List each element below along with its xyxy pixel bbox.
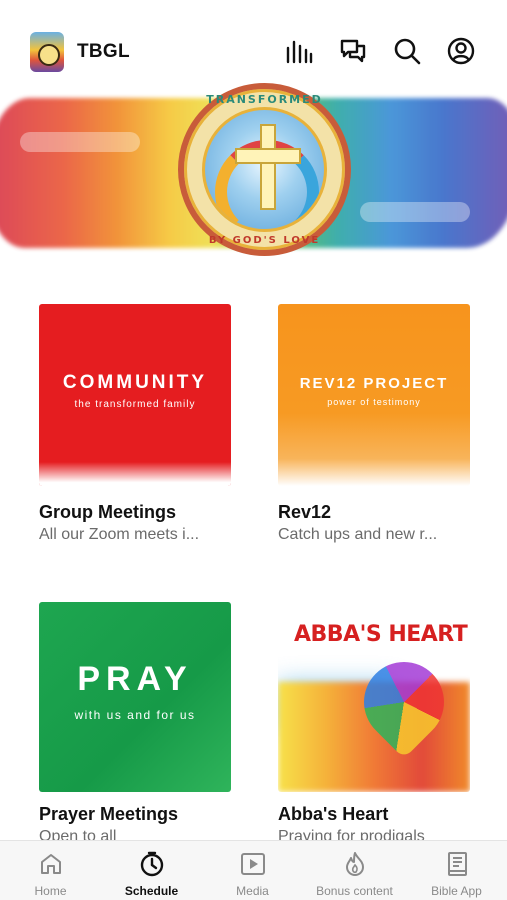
badge-emblem	[202, 107, 327, 232]
brush-streak	[20, 132, 140, 152]
app-logo[interactable]	[30, 32, 64, 72]
card-prayer-meetings[interactable]: PRAY with us and for us Prayer Meetings …	[39, 602, 231, 840]
play-icon	[240, 851, 266, 877]
nav-bonus-content[interactable]: Bonus content	[303, 841, 406, 900]
community-image: COMMUNITY the transformed family	[39, 304, 231, 486]
book-icon	[444, 851, 470, 877]
card-subtitle: Open to all	[39, 828, 117, 840]
image-heading: COMMUNITY	[62, 372, 208, 393]
nav-schedule[interactable]: Schedule	[101, 841, 202, 900]
card-title: Rev12	[278, 502, 332, 522]
nav-bible-app[interactable]: Bible App	[406, 841, 507, 900]
image-subheading: power of testimony	[327, 397, 421, 407]
badge-top-text: TRANSFORMED	[206, 93, 323, 106]
brush-streak	[360, 202, 470, 222]
transformed-badge-logo: TRANSFORMED BY GOD'S LOVE	[178, 83, 351, 256]
image-subheading: with us and for us	[74, 708, 196, 722]
card-rev12[interactable]: REV12 PROJECT power of testimony Rev12 C…	[278, 304, 470, 554]
image-heading: REV12 PROJECT	[299, 375, 449, 392]
cross-bar	[235, 148, 301, 164]
search-icon[interactable]	[392, 36, 422, 66]
home-icon	[38, 851, 64, 877]
app-bar: TBGL	[0, 0, 507, 90]
flame-icon	[342, 851, 368, 877]
account-icon[interactable]	[446, 36, 476, 66]
nav-label: Schedule	[124, 884, 179, 898]
image-subheading: the transformed family	[74, 399, 196, 410]
card-subtitle: Praying for prodigals	[278, 828, 425, 840]
cross-icon	[260, 124, 276, 210]
bottom-nav: Home Schedule Media Bonus content Bible …	[0, 840, 507, 900]
card-subtitle: All our Zoom meets i...	[39, 526, 200, 543]
image-heading: PRAY	[77, 660, 193, 698]
nav-label: Home	[34, 884, 67, 898]
clock-icon	[139, 851, 165, 877]
app-title: TBGL	[77, 41, 130, 62]
card-abbas-heart[interactable]: ABBA'S HEART Abba's Heart Praying for pr…	[278, 602, 470, 840]
card-group-meetings[interactable]: COMMUNITY the transformed family Group M…	[39, 304, 231, 554]
nav-media[interactable]: Media	[202, 841, 303, 900]
equalizer-icon[interactable]	[284, 36, 314, 66]
card-title: Abba's Heart	[278, 804, 389, 824]
card-title: Group Meetings	[39, 502, 177, 522]
image-heading: ABBA'S HEART	[294, 622, 468, 647]
nav-label: Bible App	[431, 884, 482, 898]
chat-icon[interactable]	[338, 36, 368, 66]
abbas-heart-image: ABBA'S HEART	[278, 602, 470, 792]
nav-home[interactable]: Home	[0, 841, 101, 900]
card-title: Prayer Meetings	[39, 804, 179, 824]
badge-bottom-text: BY GOD'S LOVE	[208, 235, 321, 246]
card-subtitle: Catch ups and new r...	[278, 526, 438, 543]
rev12-image: REV12 PROJECT power of testimony	[278, 304, 470, 486]
pray-image: PRAY with us and for us	[39, 602, 231, 792]
nav-label: Media	[236, 884, 269, 898]
nav-label: Bonus content	[316, 884, 393, 898]
